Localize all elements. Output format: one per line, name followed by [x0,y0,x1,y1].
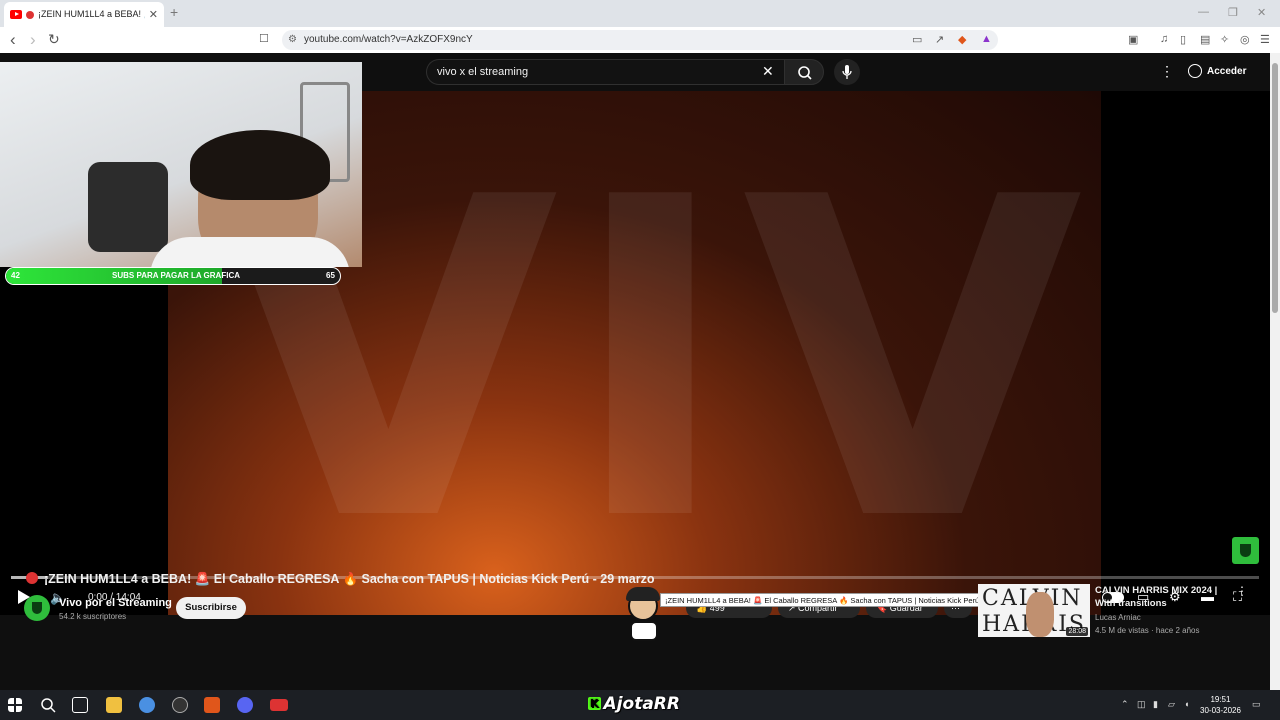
taskbar-search-icon[interactable] [40,697,56,713]
clear-search-icon[interactable]: ✕ [762,63,774,80]
brave-shield-icon[interactable]: ◆ [958,33,966,46]
leo-icon[interactable]: ✧ [1220,33,1229,46]
subs-goal-label: SUBS PARA PAGAR LA GRAFICA [112,271,240,280]
brave-icon[interactable] [204,697,220,713]
search-button[interactable] [784,59,824,85]
vpn-icon[interactable]: ◎ [1240,33,1250,46]
red-x-icon [26,572,38,584]
system-clock[interactable]: 19:51 30-03-2026 [1200,694,1241,716]
streamer-watermark: K AjotaRR [588,694,680,714]
new-tab-button[interactable]: + [170,4,178,20]
recommended-video-meta: 4.5 M de vistas · hace 2 años [1095,626,1200,635]
search-input[interactable]: vivo x el streaming [426,59,784,85]
file-explorer-icon[interactable] [106,697,122,713]
tray-chevron-icon[interactable]: ⌃ [1121,699,1129,710]
task-view-icon[interactable] [72,697,88,713]
forward-button[interactable]: › [30,30,36,50]
obs-icon[interactable] [172,697,188,713]
share-icon[interactable]: ↗ [935,33,944,46]
bookmark-icon[interactable]: ☐ [259,32,269,45]
back-button[interactable]: ‹ [10,30,16,50]
clock-date: 30-03-2026 [1200,706,1241,715]
discord-icon[interactable] [237,697,253,713]
chrome-icon[interactable] [139,697,155,713]
search-icon [798,66,812,80]
video-duration: 28:08 [1066,627,1088,636]
speaker-icon[interactable]: ◖ [1184,699,1189,709]
voice-search-button[interactable] [834,59,860,85]
url-text: youtube.com/watch?v=AzkZOFX9ncY [304,34,473,45]
mascot-cap [626,587,660,601]
address-bar[interactable]: ⚙ youtube.com/watch?v=AzkZOFX9ncY [282,30,998,50]
subscribe-button[interactable]: Suscribirse [176,597,246,619]
recommended-video-thumbnail[interactable]: CALVIN HARRIS 28:08 [978,584,1090,637]
menu-icon[interactable]: ☰ [1260,33,1270,46]
page-scrollbar[interactable] [1270,53,1280,690]
windows-start-icon[interactable] [8,698,22,712]
site-info-icon[interactable]: ⚙ [288,34,297,45]
youtube-header: vivo x el streaming ✕ ⋮ Acceder [362,53,1270,91]
clock-time: 19:51 [1210,695,1231,704]
recommended-more-icon[interactable]: ⋮ [1236,584,1248,598]
account-icon [1188,64,1202,78]
app-icon[interactable] [270,699,288,711]
recommended-video-channel[interactable]: Lucas Arniac [1095,613,1141,622]
microphone-icon [842,65,852,79]
wallet-icon[interactable]: ▤ [1200,33,1210,46]
youtube-favicon-icon [10,10,22,19]
tab-title: ¡ZEIN HUM1LL4 a BEBA! 🚨 [38,9,145,19]
tab-close-icon[interactable]: ✕ [149,8,158,21]
wifi-icon[interactable]: ▱ [1168,699,1175,710]
panel-icon[interactable]: ▯ [1180,33,1186,46]
channel-subscriber-count: 54.2 k suscriptores [59,612,127,621]
browser-tab-bar: ¡ZEIN HUM1LL4 a BEBA! 🚨 ✕ + — ❐ ✕ [0,0,1280,27]
streamer-shirt [150,237,350,267]
scrollbar-thumb[interactable] [1272,63,1278,313]
subs-goal-target: 65 [326,271,335,280]
mascot-body [630,621,658,641]
streamer-mascot-sticker [622,585,666,641]
video-title-text: ¡ZEIN HUM1LL4 a BEBA! 🚨 El Caballo REGRE… [44,572,655,586]
webcam-overlay [0,62,362,267]
recommended-video-title[interactable]: CALVIN HARRIS MIX 2024 | With transition… [1095,584,1235,610]
title-tooltip: ¡ZEIN HUM1LL4 a BEBA! 🚨 El Caballo REGRE… [660,593,1023,607]
media-icon[interactable]: ♫ [1160,33,1168,45]
channel-name[interactable]: Vivo por el Streaming [59,597,172,609]
mic-tray-icon[interactable]: ▮ [1153,699,1158,710]
browser-toolbar: ‹ › ↻ ☐ ⚙ youtube.com/watch?v=AzkZOFX9nc… [0,27,1280,53]
reload-button[interactable]: ↻ [48,31,60,48]
subs-goal-bar: 42 SUBS PARA PAGAR LA GRAFICA 65 [5,267,341,285]
window-close-button[interactable]: ✕ [1257,6,1266,19]
thumb-face [1026,592,1054,637]
sign-in-label: Acceder [1207,65,1247,77]
notification-icon[interactable]: ▭ [1252,699,1261,710]
kick-logo-icon: K [588,697,601,710]
red-dot-icon [26,10,34,19]
settings-kebab-icon[interactable]: ⋮ [1160,63,1174,80]
brave-rewards-icon[interactable]: ▲ [981,33,992,45]
sidebar-icon[interactable]: ▣ [1128,33,1138,46]
channel-watermark-icon[interactable] [1232,537,1259,564]
minimize-button[interactable]: — [1198,6,1209,18]
sign-in-button[interactable]: Acceder [1188,64,1246,78]
office-chair [88,162,168,252]
streamer-hair [190,130,330,200]
restore-button[interactable]: ❐ [1228,6,1238,19]
browser-tab[interactable]: ¡ZEIN HUM1LL4 a BEBA! 🚨 ✕ [4,2,164,27]
channel-avatar[interactable] [24,595,50,621]
video-title: ¡ZEIN HUM1LL4 a BEBA! 🚨 El Caballo REGRE… [26,572,654,587]
streamer-name: AjotaRR [603,694,680,714]
subs-goal-current: 42 [11,271,20,280]
network-icon[interactable]: ◫ [1137,699,1146,710]
cast-icon[interactable]: ▭ [912,33,922,46]
